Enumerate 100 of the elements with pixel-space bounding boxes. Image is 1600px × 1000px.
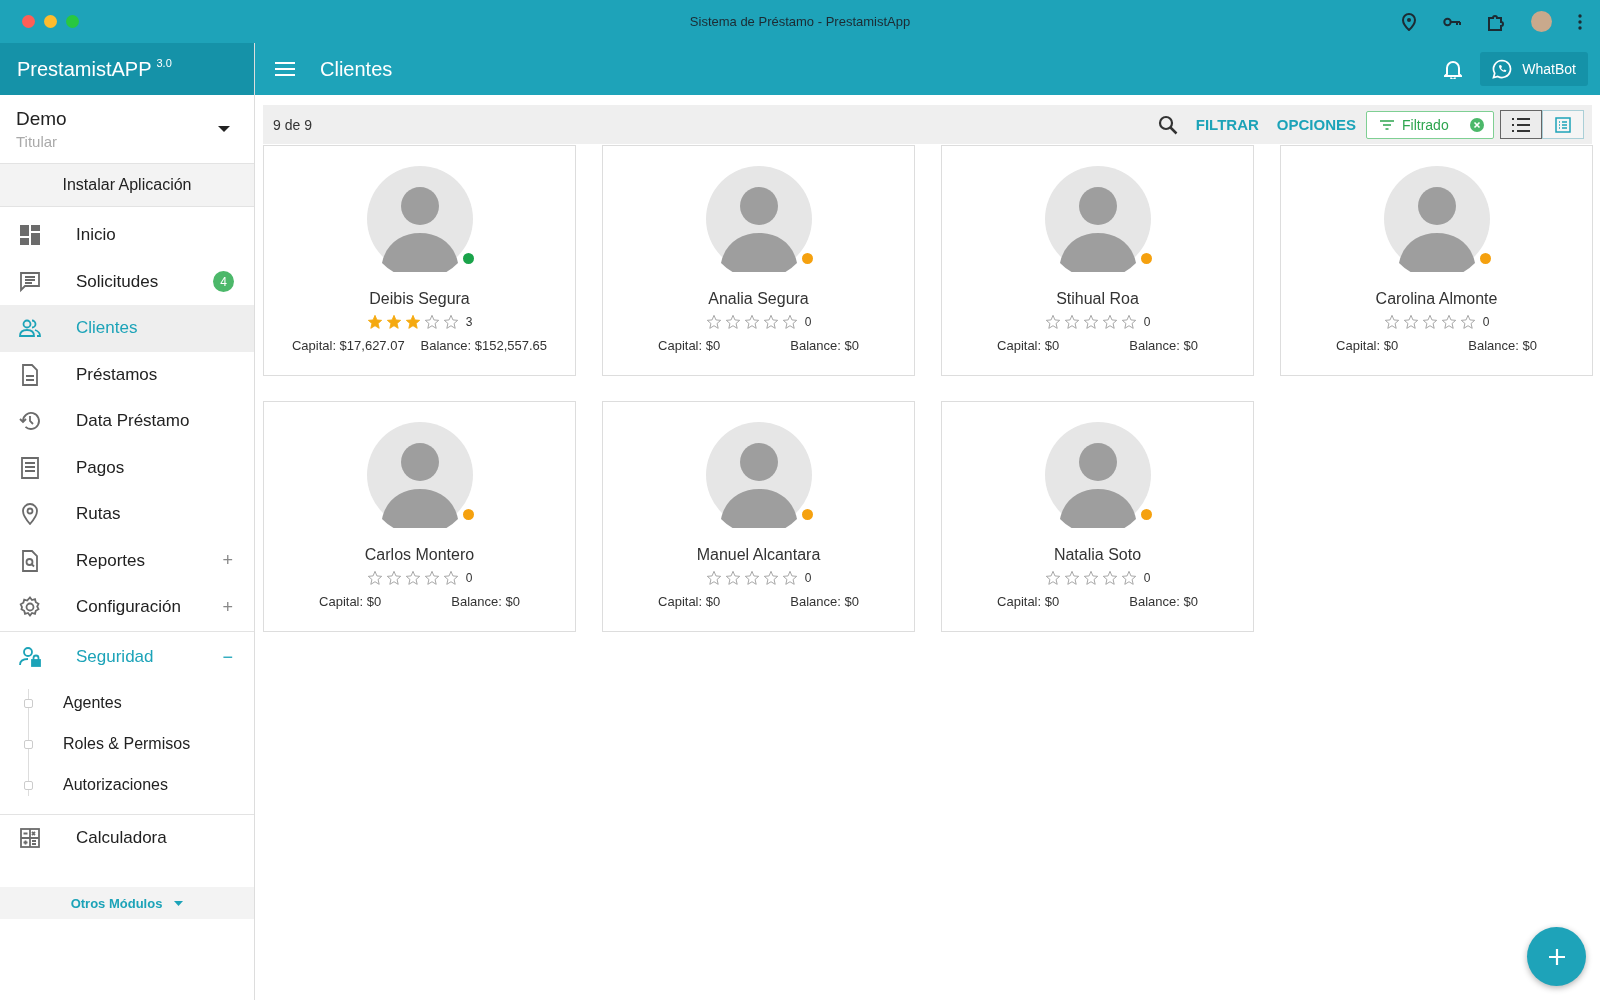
sidebar-subitem[interactable]: Autorizaciones	[0, 764, 254, 806]
chat-bubble-phone-icon	[1492, 59, 1513, 79]
minimize-button[interactable]	[44, 15, 57, 28]
star-icon	[1440, 314, 1457, 330]
client-name: Natalia Soto	[1053, 546, 1142, 564]
menu-icon[interactable]	[275, 62, 295, 76]
caret-icon	[174, 900, 184, 906]
client-card[interactable]: Carolina Almonte 0 Capital: $0 Balance: $0	[1280, 145, 1593, 376]
calculator-icon	[19, 826, 41, 849]
account-role: Titular	[16, 133, 59, 150]
star-icon	[724, 314, 741, 330]
star-icon	[442, 570, 459, 586]
install-app-button[interactable]: Instalar Aplicación	[0, 164, 254, 207]
star-icon	[781, 570, 798, 586]
sidebar-item[interactable]: Inicio	[0, 212, 254, 259]
star-icon	[442, 314, 459, 330]
sidebar-item[interactable]: Préstamos	[0, 351, 254, 398]
star-icon	[1044, 570, 1061, 586]
rating-count: 0	[1143, 571, 1151, 585]
sidebar-item[interactable]: Solicitudes 4	[0, 258, 254, 305]
more-vertical-icon[interactable]	[1578, 13, 1582, 30]
star-icon	[366, 314, 383, 330]
star-icon	[1082, 570, 1099, 586]
result-count: 9 de 9	[273, 116, 312, 133]
star-icon	[1063, 314, 1080, 330]
star-icon	[1063, 570, 1080, 586]
client-name: Carolina Almonte	[1375, 290, 1498, 308]
capital-amount: Capital: $0	[658, 338, 721, 353]
star-icon	[1044, 314, 1061, 330]
user-lock-icon	[19, 646, 41, 668]
star-icon	[743, 570, 760, 586]
receipt-icon	[19, 456, 41, 479]
star-icon	[404, 314, 421, 330]
search-icon[interactable]	[1157, 114, 1178, 135]
balance-amount: Balance: $0	[1129, 594, 1198, 609]
star-icon	[385, 570, 402, 586]
sidebar-item[interactable]: Pagos	[0, 444, 254, 491]
rating-count: 0	[804, 315, 812, 329]
sidebar-item[interactable]: Calculadora	[0, 814, 254, 861]
client-name: Deibis Segura	[369, 290, 470, 308]
dashboard-icon	[19, 224, 41, 247]
balance-amount: Balance: $0	[790, 338, 859, 353]
balance-amount: Balance: $0	[1129, 338, 1198, 353]
add-button[interactable]	[1527, 927, 1586, 986]
star-icon	[743, 314, 760, 330]
star-icon	[762, 314, 779, 330]
capital-amount: Capital: $0	[319, 594, 382, 609]
star-icon	[366, 570, 383, 586]
star-icon	[724, 570, 741, 586]
app-name: PrestamistAPP	[17, 57, 152, 81]
list-icon	[1512, 117, 1530, 132]
star-icon	[423, 570, 440, 586]
star-icon	[385, 314, 402, 330]
star-icon	[1101, 314, 1118, 330]
star-icon	[1101, 570, 1118, 586]
client-card[interactable]: Manuel Alcantara 0 Capital: $0 Balance: $0	[602, 401, 915, 632]
count-badge: 4	[213, 271, 234, 293]
window-title: Sistema de Préstamo - PrestamistApp	[689, 14, 911, 29]
rating-count: 0	[465, 571, 473, 585]
clear-icon[interactable]	[1470, 117, 1484, 132]
location-pin-icon[interactable]	[1401, 12, 1417, 31]
notification-bell-icon[interactable]	[1444, 59, 1463, 79]
client-card[interactable]: Natalia Soto 0 Capital: $0 Balance: $0	[941, 401, 1254, 632]
filter-chip-label: Filtrado	[1402, 116, 1450, 133]
page-title: Clientes	[320, 57, 393, 81]
people-icon	[19, 317, 41, 340]
client-card[interactable]: Deibis Segura 3 Capital: $17,627.07 Balance: $152,557.65	[263, 145, 576, 376]
star-icon	[404, 570, 421, 586]
capital-amount: Capital: $0	[658, 594, 721, 609]
capital-amount: Capital: $0	[997, 594, 1060, 609]
sidebar-item[interactable]: Reportes +	[0, 537, 254, 584]
sidebar-subitem[interactable]: Agentes	[0, 682, 254, 724]
sidebar-item[interactable]: Configuración +	[0, 584, 254, 631]
rating-count: 0	[1482, 315, 1490, 329]
client-name: Analia Segura	[708, 290, 809, 308]
client-name: Carlos Montero	[364, 546, 475, 564]
key-icon[interactable]	[1443, 16, 1461, 27]
report-icon	[19, 549, 41, 572]
star-icon	[1402, 314, 1419, 330]
client-card[interactable]: Stihual Roa 0 Capital: $0 Balance: $0	[941, 145, 1254, 376]
sidebar-item[interactable]: Data Préstamo	[0, 398, 254, 445]
sidebar-subitem[interactable]: Roles & Permisos	[0, 723, 254, 765]
capital-amount: Capital: $0	[1336, 338, 1399, 353]
star-icon	[781, 314, 798, 330]
account-name: Demo	[16, 108, 67, 130]
puzzle-icon[interactable]	[1487, 12, 1505, 31]
chat-icon	[19, 270, 41, 293]
history-icon	[19, 410, 41, 433]
sidebar-item[interactable]: Rutas	[0, 491, 254, 538]
expand-toggle[interactable]: +	[222, 596, 233, 618]
gear-icon	[19, 596, 41, 619]
detail-list-icon	[1555, 116, 1571, 133]
expand-toggle[interactable]: +	[222, 550, 233, 572]
star-icon	[1459, 314, 1476, 330]
list-view-button[interactable]	[1500, 110, 1542, 139]
client-card[interactable]: Analia Segura 0 Capital: $0 Balance: $0	[602, 145, 915, 376]
dropdown-caret-icon	[218, 126, 230, 132]
balance-amount: Balance: $0	[451, 594, 520, 609]
client-card[interactable]: Carlos Montero 0 Capital: $0 Balance: $0	[263, 401, 576, 632]
whatbot-button[interactable]: WhatBot	[1480, 52, 1588, 86]
